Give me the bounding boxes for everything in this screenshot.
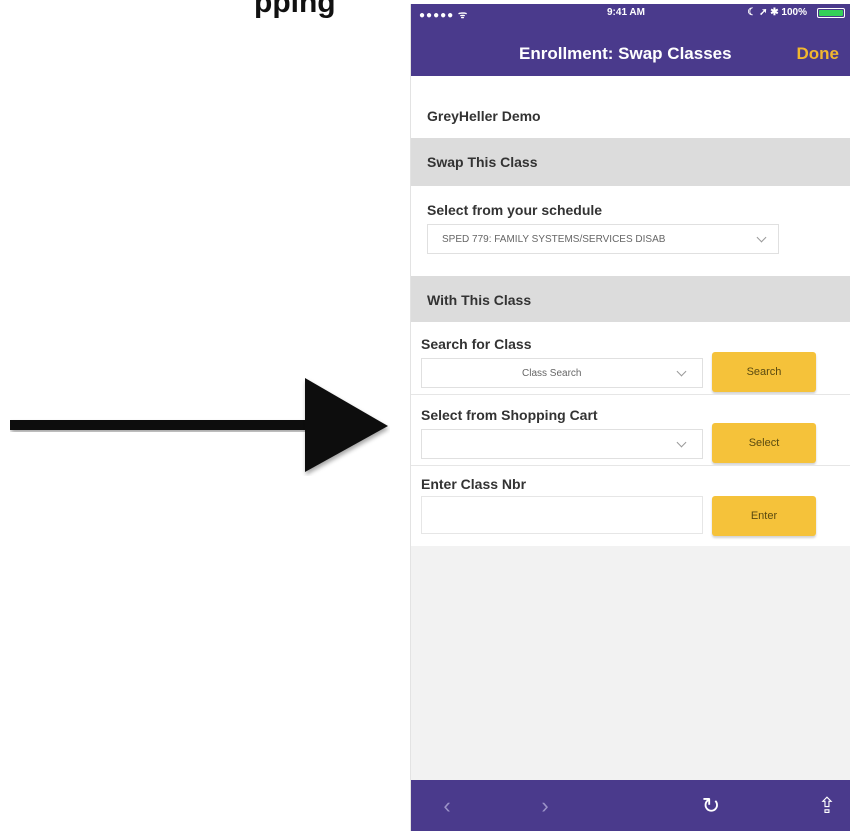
search-label: Search for Class — [421, 336, 532, 352]
status-bar: ●●●●● ᯤ 9:41 AM ☾ ➚ ✱ 100% — [411, 4, 850, 22]
shopping-cart-label: Select from Shopping Cart — [421, 407, 598, 423]
phone-screen: ●●●●● ᯤ 9:41 AM ☾ ➚ ✱ 100% Enrollment: S… — [410, 4, 850, 831]
class-nbr-input[interactable] — [421, 496, 703, 534]
class-search-placeholder: Class Search — [522, 368, 582, 379]
class-nbr-label: Enter Class Nbr — [421, 476, 527, 492]
content-area: GreyHeller Demo Swap This Class Select f… — [411, 76, 850, 780]
select-button[interactable]: Select — [712, 423, 816, 463]
chevron-down-icon — [676, 437, 687, 448]
reload-icon[interactable]: ↻ — [697, 792, 725, 820]
shopping-cart-row: Select from Shopping Cart Select — [411, 395, 850, 465]
chevron-down-icon — [756, 232, 767, 243]
done-button[interactable]: Done — [797, 44, 840, 64]
arrow-pointer-icon — [10, 378, 388, 472]
with-section-title: With This Class — [427, 292, 532, 308]
chevron-down-icon — [676, 366, 687, 377]
search-row: Search for Class Class Search Search — [411, 322, 850, 394]
forward-icon[interactable]: › — [531, 792, 559, 820]
screenshot-stage: pping ●●●●● ᯤ 9:41 AM ☾ ➚ ✱ 100% Enrollm… — [0, 0, 856, 831]
battery-icon — [817, 8, 845, 18]
account-name: GreyHeller Demo — [427, 108, 541, 124]
document-heading-fragment: pping — [254, 0, 336, 19]
with-section-header: With This Class — [411, 276, 850, 322]
signal-indicator: ●●●●● ᯤ — [419, 10, 469, 21]
page-title: Enrollment: Swap Classes — [519, 44, 732, 63]
class-search-select[interactable]: Class Search — [421, 358, 703, 388]
schedule-select-value: SPED 779: FAMILY SYSTEMS/SERVICES DISAB — [442, 234, 666, 245]
navigation-bar: ●●●●● ᯤ 9:41 AM ☾ ➚ ✱ 100% Enrollment: S… — [411, 4, 850, 76]
swap-section-header: Swap This Class — [411, 138, 850, 186]
back-icon[interactable]: ‹ — [433, 792, 461, 820]
schedule-select[interactable]: SPED 779: FAMILY SYSTEMS/SERVICES DISAB — [427, 224, 779, 254]
search-button[interactable]: Search — [712, 352, 816, 392]
enter-button[interactable]: Enter — [712, 496, 816, 536]
account-row: GreyHeller Demo — [411, 76, 850, 138]
share-icon[interactable]: ⇪ — [813, 792, 841, 820]
status-time: 9:41 AM — [607, 7, 645, 18]
class-nbr-row: Enter Class Nbr Enter — [411, 466, 850, 546]
swap-section-title: Swap This Class — [427, 154, 538, 170]
browser-toolbar: ‹ › ↻ ⇪ — [411, 780, 850, 831]
schedule-select-label: Select from your schedule — [427, 202, 603, 218]
swap-select-row: Select from your schedule SPED 779: FAMI… — [411, 186, 850, 276]
status-right: ☾ ➚ ✱ 100% — [747, 7, 807, 18]
shopping-cart-select[interactable] — [421, 429, 703, 459]
